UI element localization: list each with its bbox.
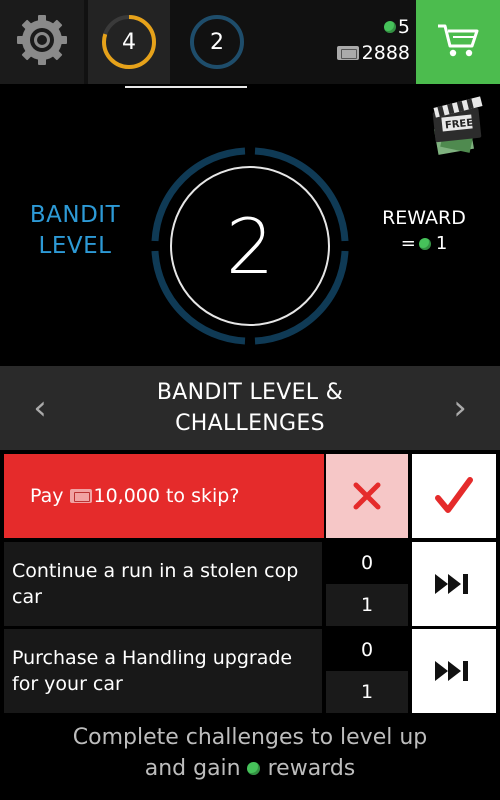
current-level-number: 2: [225, 201, 275, 291]
shop-button[interactable]: [416, 0, 500, 84]
skip-suffix: to skip?: [165, 485, 240, 507]
level-2-badge: 2: [188, 13, 246, 71]
footer-line2: and gain rewards: [0, 753, 500, 784]
bandit-level-label: BANDIT LEVEL: [14, 200, 136, 262]
level-ring: 2: [147, 143, 353, 349]
reward-info: REWARD = 1: [368, 205, 480, 257]
fast-forward-icon: [435, 661, 468, 681]
challenge-line1: Purchase a Handling upgrade: [12, 647, 293, 669]
gem-icon: [383, 21, 396, 33]
cash-icon: [336, 46, 359, 60]
x-icon: [353, 482, 381, 510]
reward-title: REWARD: [382, 207, 466, 229]
currency-display: 5 2888: [300, 14, 410, 66]
challenge-row: Purchase a Handling upgrade for your car…: [4, 629, 496, 713]
gem-icon: [246, 762, 260, 775]
challenge-description: Continue a run in a stolen cop car: [4, 542, 322, 626]
reward-amount: 1: [435, 233, 448, 254]
chevron-left-icon: ‹: [33, 388, 47, 428]
tab-level-2[interactable]: 2: [176, 0, 258, 84]
skip-amount: 10,000: [93, 485, 160, 507]
previous-arrow-button[interactable]: ‹: [20, 384, 60, 432]
section-title-line1: BANDIT LEVEL &: [156, 380, 344, 405]
challenge-line2: car: [12, 586, 42, 608]
cash-count: 2888: [361, 42, 410, 64]
cash-icon: [69, 489, 92, 503]
footer-line1: Complete challenges to level up: [72, 725, 428, 750]
skip-challenge-button[interactable]: [412, 629, 496, 713]
section-title: BANDIT LEVEL & CHALLENGES: [157, 377, 343, 439]
level-4-badge: 4: [100, 13, 158, 71]
skip-prompt-text: Pay 10,000 to skip?: [4, 454, 324, 538]
gem-balance: 5: [300, 14, 410, 40]
footer-line2-after: rewards: [267, 756, 356, 781]
shopping-cart-icon: [436, 20, 480, 64]
challenge-target: 1: [326, 584, 408, 626]
footer-line2-before: and gain: [144, 756, 241, 781]
gem-icon: [418, 238, 431, 250]
footer-hint: Complete challenges to level up and gain…: [0, 722, 500, 784]
gem-count: 5: [397, 16, 410, 38]
challenge-line2: for your car: [12, 673, 123, 695]
free-reward-button[interactable]: FREE: [428, 96, 492, 158]
skip-challenge-button[interactable]: [412, 542, 496, 626]
challenge-description: Purchase a Handling upgrade for your car: [4, 629, 322, 713]
bandit-level-label-line2: LEVEL: [38, 233, 112, 259]
challenge-progress: 0: [326, 629, 408, 671]
level-2-number: 2: [210, 29, 224, 55]
cash-balance: 2888: [300, 40, 410, 66]
decline-skip-button[interactable]: [326, 454, 408, 538]
skip-prefix: Pay: [30, 485, 64, 507]
checkmark-icon: [435, 477, 473, 513]
level-hero: FREE BANDIT LEVEL 2 REWARD = 1: [0, 88, 500, 366]
section-title-line2: CHALLENGES: [175, 411, 325, 436]
reward-value: = 1: [368, 231, 480, 257]
gear-icon: [13, 11, 71, 73]
challenges-header: ‹ BANDIT LEVEL & CHALLENGES ›: [0, 366, 500, 450]
settings-button[interactable]: [0, 0, 84, 84]
challenge-target: 1: [326, 671, 408, 713]
skip-level-prompt: Pay 10,000 to skip?: [4, 454, 496, 538]
bandit-level-label-line1: BANDIT: [29, 202, 121, 228]
tab-level-4[interactable]: 4: [88, 0, 170, 84]
reward-equals: =: [400, 233, 416, 254]
challenge-row: Continue a run in a stolen cop car 0 1: [4, 542, 496, 626]
challenge-progress: 0: [326, 542, 408, 584]
top-bar: 4 2 5 2888: [0, 0, 500, 84]
accept-skip-button[interactable]: [412, 454, 496, 538]
fast-forward-icon: [435, 574, 468, 594]
next-arrow-button[interactable]: ›: [440, 384, 480, 432]
level-4-number: 4: [122, 29, 136, 55]
chevron-right-icon: ›: [453, 388, 467, 428]
challenge-line1: Continue a run in a stolen cop: [12, 560, 299, 582]
